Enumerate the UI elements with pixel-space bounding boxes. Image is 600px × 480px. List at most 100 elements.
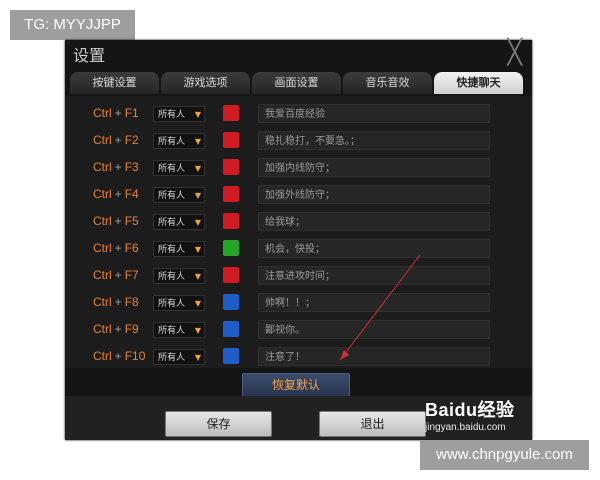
hotkey-modifier: Ctrl xyxy=(93,322,112,336)
chat-message-field[interactable]: 帅啊！！； xyxy=(258,293,490,312)
red-icon[interactable] xyxy=(223,213,239,229)
logo-site: jingyan.baidu.com xyxy=(425,422,506,433)
hotkey-key: F10 xyxy=(124,349,146,363)
hotkey-modifier: Ctrl xyxy=(93,187,112,201)
recipient-dropdown[interactable]: 所有人 ▼ xyxy=(153,160,205,176)
chat-message-field[interactable]: 加强外线防守； xyxy=(258,185,490,204)
red-icon[interactable] xyxy=(223,132,239,148)
recipient-label: 所有人 xyxy=(158,218,186,228)
green-lock-icon[interactable] xyxy=(223,240,239,256)
hotkey-modifier: Ctrl xyxy=(93,349,112,363)
close-icon[interactable]: ╳ xyxy=(508,38,522,66)
hotkey-plus: + xyxy=(114,160,122,174)
hotkey-plus: + xyxy=(114,295,122,309)
hotkey-modifier: Ctrl xyxy=(93,268,112,282)
hotkey-key: F7 xyxy=(124,268,139,282)
settings-dialog: 设置 ╳ 按键设置 游戏选项 画面设置 音乐音效 快捷聊天 Ctrl + F1 所有… xyxy=(65,38,532,440)
chat-row: Ctrl + F5 所有人 ▼ 给我球； xyxy=(65,209,532,235)
recipient-label: 所有人 xyxy=(158,353,186,363)
red-icon[interactable] xyxy=(223,186,239,202)
hotkey-modifier: Ctrl xyxy=(93,214,112,228)
logo-brand: Baidu经验 xyxy=(425,400,515,420)
tab-audio[interactable]: 音乐音效 xyxy=(343,72,432,94)
hotkey-label: Ctrl + F5 xyxy=(93,214,139,228)
chat-message-field[interactable]: 给我球； xyxy=(258,212,490,231)
chevron-down-icon: ▼ xyxy=(194,299,201,308)
tab-display-settings[interactable]: 画面设置 xyxy=(252,72,341,94)
chat-message-field[interactable]: 稳扎稳打，不要急。； xyxy=(258,131,490,150)
tab-quick-chat[interactable]: 快捷聊天 xyxy=(434,72,523,94)
hotkey-plus: + xyxy=(114,187,122,201)
red-icon[interactable] xyxy=(223,159,239,175)
recipient-dropdown[interactable]: 所有人 ▼ xyxy=(153,241,205,257)
hotkey-label: Ctrl + F2 xyxy=(93,133,139,147)
hotkey-label: Ctrl + F8 xyxy=(93,295,139,309)
chat-row: Ctrl + F3 所有人 ▼ 加强内线防守； xyxy=(65,155,532,181)
recipient-dropdown[interactable]: 所有人 ▼ xyxy=(153,322,205,338)
hotkey-label: Ctrl + F7 xyxy=(93,268,139,282)
red-icon[interactable] xyxy=(223,105,239,121)
exit-button[interactable]: 退出 xyxy=(319,411,426,437)
chat-row: Ctrl + F2 所有人 ▼ 稳扎稳打，不要急。； xyxy=(65,128,532,154)
blue-thumb-icon[interactable] xyxy=(223,294,239,310)
hotkey-plus: + xyxy=(114,322,122,336)
chat-row: Ctrl + F4 所有人 ▼ 加强外线防守； xyxy=(65,182,532,208)
hotkey-plus: + xyxy=(114,241,122,255)
blue-icon[interactable] xyxy=(223,348,239,364)
save-button[interactable]: 保存 xyxy=(165,411,272,437)
chevron-down-icon: ▼ xyxy=(194,137,201,146)
watermark-top: TG: MYYJJPP xyxy=(10,10,135,40)
hotkey-label: Ctrl + F1 xyxy=(93,106,139,120)
recipient-dropdown[interactable]: 所有人 ▼ xyxy=(153,187,205,203)
recipient-dropdown[interactable]: 所有人 ▼ xyxy=(153,268,205,284)
blue-icon[interactable] xyxy=(223,321,239,337)
chat-message-field[interactable]: 机会，快投； xyxy=(258,239,490,258)
hotkey-key: F2 xyxy=(124,133,139,147)
chevron-down-icon: ▼ xyxy=(194,110,201,119)
recipient-dropdown[interactable]: 所有人 ▼ xyxy=(153,214,205,230)
chat-message-field[interactable]: 注意了！ xyxy=(258,347,490,366)
recipient-label: 所有人 xyxy=(158,191,186,201)
chat-message-field[interactable]: 加强内线防守； xyxy=(258,158,490,177)
chat-row: Ctrl + F8 所有人 ▼ 帅啊！！； xyxy=(65,290,532,316)
chat-row: Ctrl + F10 所有人 ▼ 注意了！ xyxy=(65,344,532,370)
chat-row: Ctrl + F9 所有人 ▼ 鄙视你。 xyxy=(65,317,532,343)
hotkey-modifier: Ctrl xyxy=(93,295,112,309)
chat-message-field[interactable]: 鄙视你。 xyxy=(258,320,490,339)
hotkey-key: F9 xyxy=(124,322,139,336)
quick-chat-panel: Ctrl + F1 所有人 ▼ 我爱百度经验 Ctrl + F2 所有人 ▼ 稳扎稳打，… xyxy=(65,96,532,368)
recipient-label: 所有人 xyxy=(158,137,186,147)
recipient-dropdown[interactable]: 所有人 ▼ xyxy=(153,133,205,149)
recipient-dropdown[interactable]: 所有人 ▼ xyxy=(153,295,205,311)
hotkey-label: Ctrl + F10 xyxy=(93,349,145,363)
chevron-down-icon: ▼ xyxy=(194,164,201,173)
hotkey-plus: + xyxy=(114,268,122,282)
hotkey-label: Ctrl + F3 xyxy=(93,160,139,174)
hotkey-plus: + xyxy=(114,106,122,120)
recipient-label: 所有人 xyxy=(158,299,186,309)
chat-message-field[interactable]: 注意进攻时间； xyxy=(258,266,490,285)
restore-defaults-button[interactable]: 恢复默认 xyxy=(242,373,350,397)
dialog-title: 设置 xyxy=(73,46,106,65)
recipient-label: 所有人 xyxy=(158,164,186,174)
hotkey-plus: + xyxy=(114,133,122,147)
hotkey-label: Ctrl + F6 xyxy=(93,241,139,255)
tab-game-options[interactable]: 游戏选项 xyxy=(161,72,250,94)
hotkey-label: Ctrl + F9 xyxy=(93,322,139,336)
chevron-down-icon: ▼ xyxy=(194,218,201,227)
hotkey-modifier: Ctrl xyxy=(93,160,112,174)
watermark-bottom: www.chnpgyule.com xyxy=(420,440,589,470)
chat-message-field[interactable]: 我爱百度经验 xyxy=(258,104,490,123)
hotkey-key: F8 xyxy=(124,295,139,309)
hotkey-key: F1 xyxy=(124,106,139,120)
recipient-dropdown[interactable]: 所有人 ▼ xyxy=(153,349,205,365)
tab-bar: 按键设置 游戏选项 画面设置 音乐音效 快捷聊天 xyxy=(65,72,532,96)
hotkey-modifier: Ctrl xyxy=(93,241,112,255)
hotkey-label: Ctrl + F4 xyxy=(93,187,139,201)
hotkey-plus: + xyxy=(114,349,122,363)
recipient-dropdown[interactable]: 所有人 ▼ xyxy=(153,106,205,122)
recipient-label: 所有人 xyxy=(158,245,186,255)
baidu-logo: Baidu经验 jingyan.baidu.com xyxy=(425,396,515,433)
tab-key-settings[interactable]: 按键设置 xyxy=(70,72,159,94)
red-icon[interactable] xyxy=(223,267,239,283)
